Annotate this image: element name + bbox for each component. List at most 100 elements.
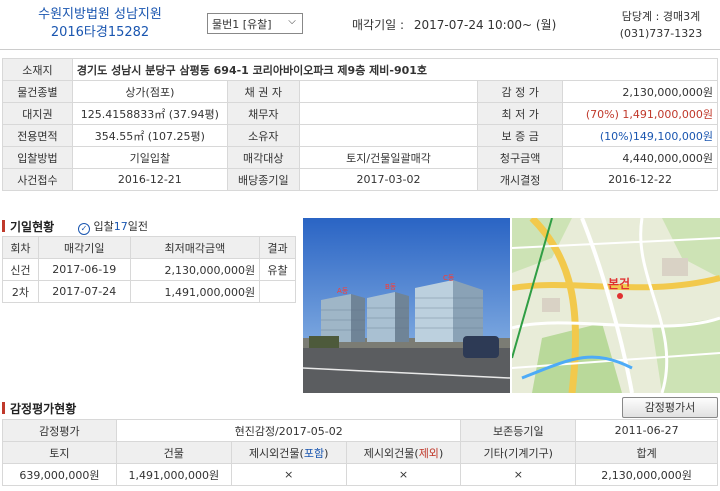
value-other: × [460, 463, 577, 486]
registration-label: 보존등기일 [460, 419, 577, 442]
history-title: 기일현황 [2, 218, 54, 235]
section-marker [2, 402, 5, 414]
check-circle-icon: ✓ [78, 223, 90, 235]
value-extra-excluded: × [345, 463, 462, 486]
history-date: 2017-06-19 [37, 258, 131, 281]
history-header-result: 결과 [259, 236, 296, 259]
countdown-prefix: 입찰 [93, 220, 114, 233]
value-owner [298, 124, 479, 147]
label-claim-amount: 청구금액 [477, 146, 564, 169]
address-value: 경기도 성남시 분당구 삼평동 694-1 코리아바이오파크 제9층 제비-90… [71, 58, 719, 81]
label-deposit: 보 증 금 [477, 124, 564, 147]
photo-label-b: B동 [385, 283, 397, 291]
appraisal-title: 감정평가현황 [2, 400, 76, 417]
label-exclusive-area: 전용면적 [2, 124, 73, 147]
value-sale-target: 토지/건물일괄매각 [298, 146, 479, 169]
header-extra-building-excluded: 제시외건물(제외) [345, 441, 462, 464]
header-part: 제시외건물( [248, 446, 304, 460]
history-round: 2차 [2, 280, 39, 303]
case-header: 수원지방법원 성남지원 2016타경15282 물번1 [유찰] ⌵ 매각기일 … [0, 0, 720, 50]
history-round: 신건 [2, 258, 39, 281]
history-result [259, 280, 296, 303]
value-dividend-deadline: 2017-03-02 [298, 168, 479, 191]
history-header-amount: 최저매각금액 [129, 236, 261, 259]
history-header-round: 회차 [2, 236, 39, 259]
value-total: 2,130,000,000원 [575, 463, 718, 486]
department-info: 담당계 : 경매3계 (031)737-1323 [608, 8, 714, 42]
photo-label-a: A동 [337, 287, 349, 295]
value-building: 1,491,000,000원 [115, 463, 232, 486]
section-marker [2, 220, 5, 232]
header-included: 포함 [303, 446, 325, 460]
value-debtor [298, 102, 479, 125]
label-dividend-deadline: 배당종기일 [226, 168, 300, 191]
appraisal-report-button[interactable]: 감정평가서 [622, 397, 718, 418]
header-extra-building-included: 제시외건물(포함) [230, 441, 347, 464]
address-label: 소재지 [2, 58, 73, 81]
value-bid-method: 기일입찰 [71, 146, 228, 169]
history-date: 2017-07-24 [37, 280, 131, 303]
header-excluded: 제외 [418, 446, 439, 460]
value-item-type: 상가(점포) [71, 80, 228, 103]
value-land-right: 125.4158833㎡ (37.94평) [71, 102, 228, 125]
chevron-down-icon: ⌵ [288, 16, 296, 27]
header-part: 제시외건물( [363, 446, 419, 460]
table-row: 639,000,000원 1,491,000,000원 × × × 2,130,… [2, 463, 718, 486]
appraisal-title-text: 감정평가현황 [10, 402, 77, 416]
label-creditor: 채 권 자 [226, 80, 300, 103]
label-sale-target: 매각대상 [226, 146, 300, 169]
appraisal-agency: 현진감정/2017-05-02 [115, 419, 462, 442]
item-select[interactable]: 물번1 [유찰] ⌵ [207, 13, 303, 34]
department-phone: (031)737-1323 [619, 27, 703, 40]
court-info: 수원지방법원 성남지원 2016타경15282 [10, 6, 190, 42]
location-map[interactable]: 본건 [512, 218, 720, 393]
history-amount: 1,491,000,000원 [129, 280, 261, 303]
property-photo[interactable]: A동 B동 C동 [303, 218, 510, 393]
header-land: 토지 [2, 441, 117, 464]
value-extra-included: × [230, 463, 347, 486]
building-photo-image: A동 B동 C동 [303, 218, 510, 393]
case-number: 2016타경15282 [50, 25, 150, 40]
history-title-text: 기일현황 [10, 220, 55, 234]
case-info-table: 소재지 경기도 성남시 분당구 삼평동 694-1 코리아바이오파크 제9층 제… [2, 58, 719, 191]
label-item-type: 물건종별 [2, 80, 73, 103]
label-case-received: 사건접수 [2, 168, 73, 191]
table-row: 2차 2017-07-24 1,491,000,000원 [2, 280, 296, 303]
court-name: 수원지방법원 성남지원 [38, 7, 162, 22]
value-case-received: 2016-12-21 [71, 168, 228, 191]
header-total: 합계 [575, 441, 718, 464]
countdown-suffix: 일전 [127, 220, 148, 233]
table-row: 신건 2017-06-19 2,130,000,000원 유찰 [2, 258, 296, 281]
value-appraisal-price: 2,130,000,000원 [562, 80, 718, 103]
history-result: 유찰 [259, 258, 296, 281]
label-land-right: 대지권 [2, 102, 73, 125]
value-min-price: (70%) 1,491,000,000원 [562, 102, 718, 125]
value-deposit: (10%)149,100,000원 [562, 124, 718, 147]
auction-date-label: 매각기일 : [352, 18, 405, 32]
auction-date-value: 2017-07-24 10:00~ (월) [413, 18, 557, 32]
label-owner: 소유자 [226, 124, 300, 147]
value-claim-amount: 4,440,000,000원 [562, 146, 718, 169]
countdown-days: 17 [113, 220, 128, 233]
header-other: 기타(기계기구) [460, 441, 577, 464]
auction-date: 매각기일 : 2017-07-24 10:00~ (월) [352, 16, 556, 33]
history-amount: 2,130,000,000원 [129, 258, 261, 281]
bid-countdown: ✓ 입찰17일전 [78, 218, 148, 235]
appraisal-label: 감정평가 [2, 419, 117, 442]
label-appraisal-price: 감 정 가 [477, 80, 564, 103]
value-exclusive-area: 354.55㎡ (107.25평) [71, 124, 228, 147]
appraisal-table: 감정평가 현진감정/2017-05-02 보존등기일 2011-06-27 토지… [2, 419, 718, 486]
label-commencement: 개시결정 [477, 168, 564, 191]
label-debtor: 채무자 [226, 102, 300, 125]
header-building: 건물 [115, 441, 232, 464]
label-bid-method: 입찰방법 [2, 146, 73, 169]
header-part: ) [438, 446, 444, 460]
map-image: 본건 [512, 218, 720, 393]
value-commencement: 2016-12-22 [562, 168, 718, 191]
value-land: 639,000,000원 [2, 463, 117, 486]
item-select-value: 물번1 [유찰] [212, 18, 272, 31]
registration-date: 2011-06-27 [575, 419, 718, 442]
photo-label-c: C동 [443, 274, 455, 282]
header-part: ) [324, 446, 329, 460]
value-creditor [298, 80, 479, 103]
